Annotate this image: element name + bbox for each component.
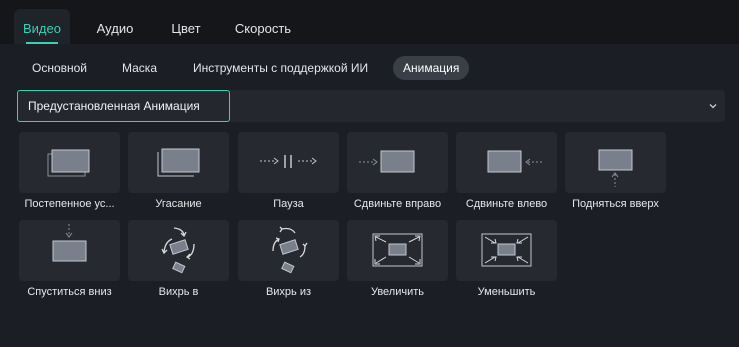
tab-audio[interactable]: Аудио (85, 9, 145, 44)
tile-label: Вихрь из (265, 286, 312, 298)
animation-tile-fade-out[interactable]: Угасание (128, 132, 232, 210)
subtab-basic[interactable]: Основной (22, 56, 97, 80)
slide-right-icon (347, 132, 448, 193)
subtab-ai-tools[interactable]: Инструменты с поддержкой ИИ (183, 56, 378, 80)
tile-label: Пауза (273, 198, 304, 210)
animation-tile-swirl-in[interactable]: Вихрь в (128, 220, 232, 298)
animation-tile-slide-right[interactable]: Сдвиньте вправо (347, 132, 451, 210)
tile-label: Сдвиньте вправо (353, 198, 442, 210)
preset-animation-dropdown[interactable]: Предустановленная Анимация (17, 90, 725, 122)
animation-tile-rise-up[interactable]: Подняться вверх (565, 132, 669, 210)
tile-label: Сдвиньте влево (465, 198, 548, 210)
subtab-mask[interactable]: Маска (112, 56, 167, 80)
fade-out-icon (128, 132, 229, 193)
animation-tile-fade-in[interactable]: Постепенное ус... (19, 132, 123, 210)
tile-label: Постепенное ус... (24, 198, 115, 210)
slide-left-icon (456, 132, 557, 193)
zoom-out-icon (456, 220, 557, 281)
animation-tile-zoom-out[interactable]: Уменьшить (456, 220, 560, 298)
preset-animation-value: Предустановленная Анимация (17, 90, 230, 122)
subtab-animation[interactable]: Анимация (393, 56, 470, 80)
tile-label: Уменьшить (477, 286, 536, 298)
zoom-in-icon (347, 220, 448, 281)
animation-tile-slide-left[interactable]: Сдвиньте влево (456, 132, 560, 210)
rise-up-icon (565, 132, 666, 193)
animation-tile-drop-down[interactable]: Спуститься вниз (19, 220, 123, 298)
drop-down-icon (19, 220, 120, 281)
fade-in-icon (19, 132, 120, 193)
pause-icon (238, 132, 339, 193)
tile-label: Подняться вверх (572, 198, 659, 210)
animation-tile-pause[interactable]: Пауза (238, 132, 342, 210)
tile-label: Спуститься вниз (27, 286, 112, 298)
chevron-down-icon (709, 104, 717, 109)
tab-video[interactable]: Видео (14, 9, 70, 44)
swirl-out-icon (238, 220, 339, 281)
tab-color[interactable]: Цвет (160, 9, 212, 44)
tile-label: Вихрь в (158, 286, 199, 298)
tab-bar: Видео Аудио Цвет Скорость (0, 0, 739, 44)
animation-tile-swirl-out[interactable]: Вихрь из (238, 220, 342, 298)
swirl-in-icon (128, 220, 229, 281)
tile-label: Увеличить (370, 286, 425, 298)
tile-label: Угасание (155, 198, 202, 210)
animation-tile-zoom-in[interactable]: Увеличить (347, 220, 451, 298)
tab-speed[interactable]: Скорость (225, 9, 301, 44)
